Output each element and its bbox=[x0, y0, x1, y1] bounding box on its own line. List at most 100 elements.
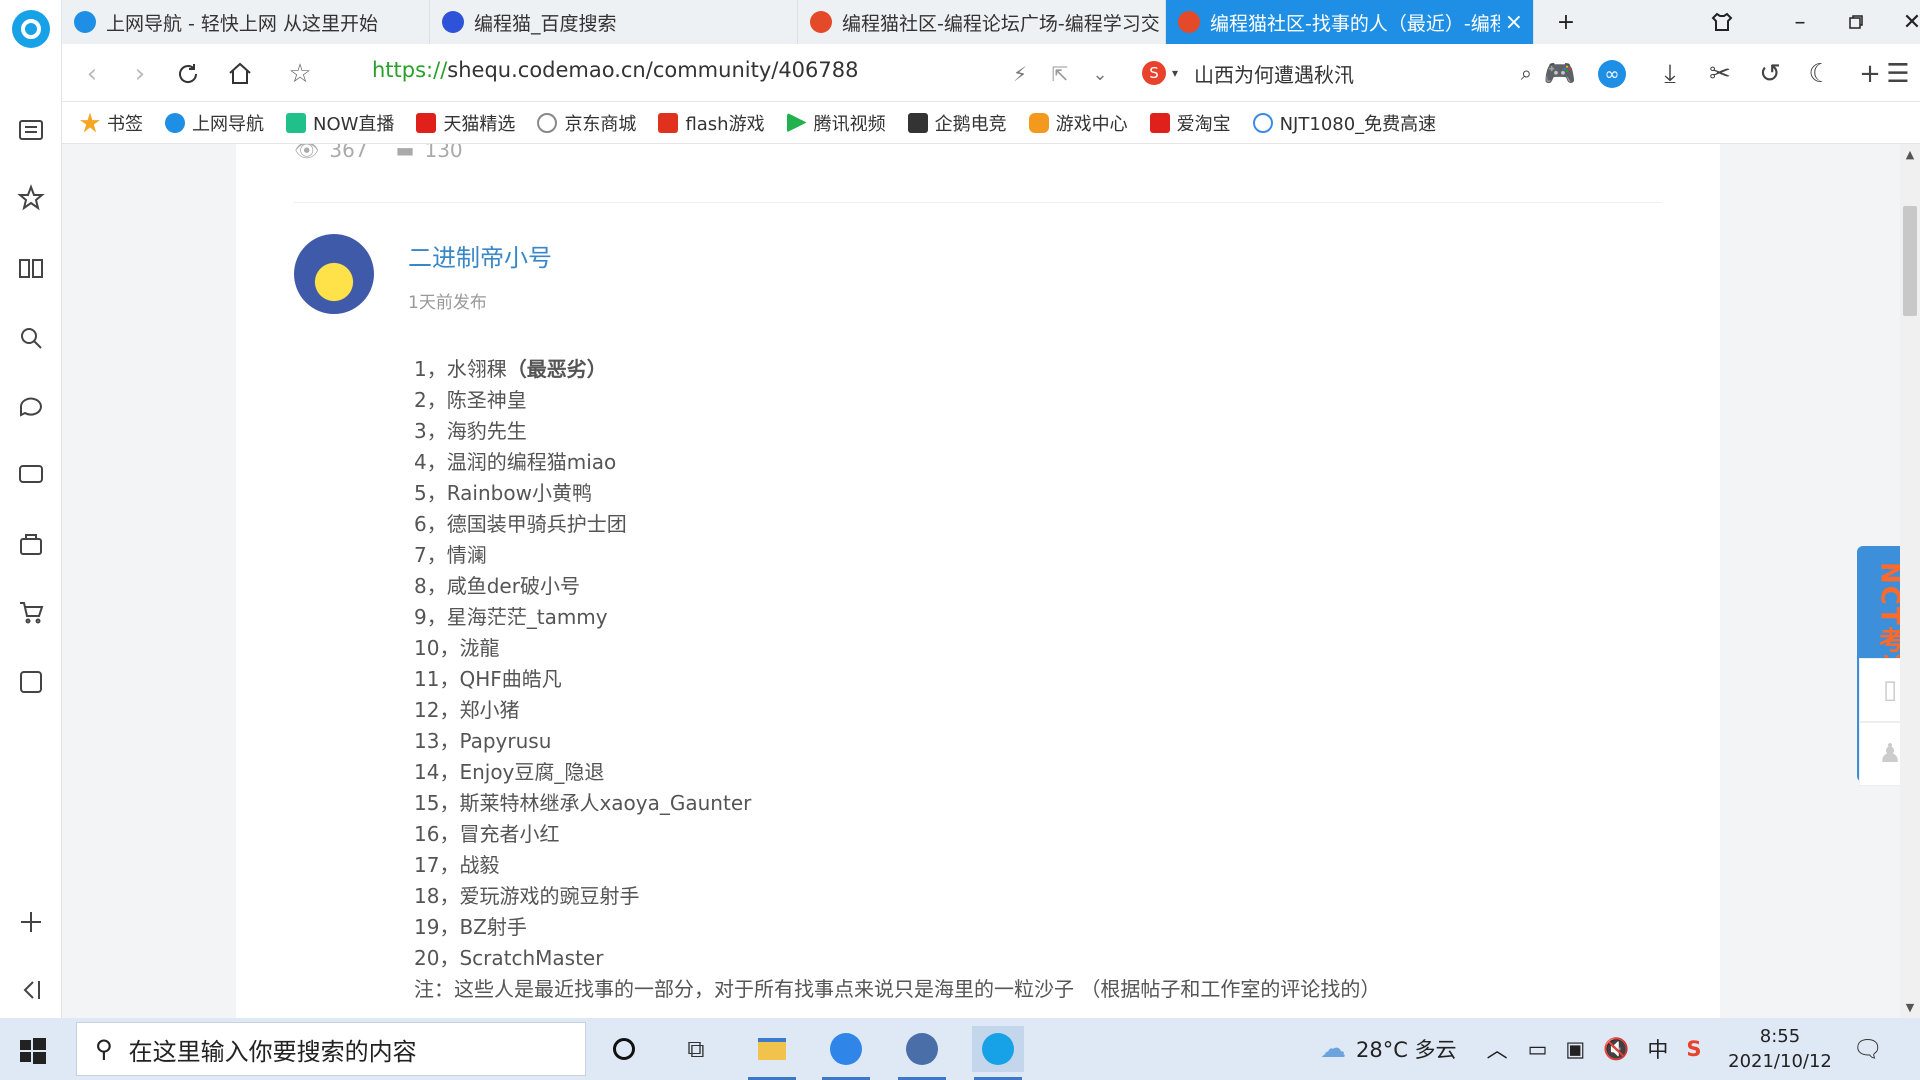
reading-book-icon[interactable] bbox=[13, 250, 49, 286]
list-item: 注：这些人是最近找事的一部分，对于所有找事点来说只是海里的一粒沙子 （根据帖子和… bbox=[414, 977, 1381, 1001]
sogou-search-icon[interactable]: S bbox=[1142, 61, 1166, 85]
bookmark-item[interactable]: flash游戏 bbox=[658, 110, 765, 136]
weather-text[interactable]: 28°C 多云 bbox=[1356, 1034, 1457, 1064]
search-icon[interactable] bbox=[13, 320, 49, 356]
infinity-icon[interactable]: ∞ bbox=[1594, 56, 1630, 92]
share-icon[interactable]: ⇱ bbox=[1042, 56, 1078, 92]
back-icon[interactable]: ‹ bbox=[74, 56, 110, 92]
page-viewport: 👁 367 ▬ 130 二进制帝小号 1天前发布 1，水翎稞（最恶劣） 2，陈圣神皇 3… bbox=[62, 144, 1900, 1018]
sogou-ime-icon[interactable]: S bbox=[1686, 1037, 1701, 1061]
list-item: 14，Enjoy豆腐_隐退 bbox=[414, 760, 605, 784]
scroll-thumb[interactable] bbox=[1903, 206, 1917, 316]
chevron-down-icon[interactable]: ⌄ bbox=[1082, 56, 1118, 92]
list-item: 15，斯莱特林继承人xaoya_Gaunter bbox=[414, 791, 752, 815]
tab-codemao-post[interactable]: 编程猫社区-找事的人（最近）-编程 × bbox=[1166, 0, 1534, 44]
file-explorer-icon[interactable] bbox=[746, 1026, 798, 1080]
night-mode-icon[interactable]: ☾ bbox=[1802, 56, 1838, 92]
windows-start-icon[interactable] bbox=[14, 1032, 50, 1068]
bookmark-item[interactable]: 游戏中心 bbox=[1028, 110, 1128, 136]
refresh-icon[interactable] bbox=[170, 56, 206, 92]
favorites-star-icon[interactable] bbox=[13, 180, 49, 216]
browser-logo-icon[interactable] bbox=[12, 10, 50, 48]
forward-icon[interactable]: › bbox=[122, 56, 158, 92]
star-icon bbox=[80, 112, 100, 133]
chat-icon[interactable] bbox=[13, 388, 49, 424]
speaker-muted-icon[interactable]: 🔇 bbox=[1603, 1037, 1629, 1062]
scroll-up-icon[interactable]: ▲ bbox=[1900, 148, 1920, 161]
close-window-icon[interactable]: ✕ bbox=[1892, 6, 1920, 38]
home-icon[interactable] bbox=[222, 56, 258, 92]
shirt-skin-icon[interactable] bbox=[1702, 6, 1742, 38]
bookmark-item[interactable]: 上网导航 bbox=[165, 110, 264, 136]
bookmark-item[interactable]: NJT1080_免费高速 bbox=[1252, 110, 1436, 136]
chevron-up-icon[interactable]: ︿ bbox=[1487, 1034, 1508, 1064]
qq-penguin-icon[interactable]: ♟ bbox=[1859, 722, 1900, 786]
taskbar-search-field[interactable]: ⚲ 在这里输入你要搜索的内容 bbox=[76, 1022, 586, 1076]
add-icon[interactable] bbox=[13, 904, 49, 940]
flash-icon[interactable]: ⚡ bbox=[1002, 56, 1038, 92]
page-scrollbar[interactable]: ▲ ▼ bbox=[1900, 144, 1920, 1018]
notifications-icon[interactable]: 🗨 bbox=[1842, 1026, 1894, 1072]
tab-title: 编程猫_百度搜索 bbox=[474, 12, 617, 35]
battery-icon[interactable]: ▭ bbox=[1528, 1037, 1548, 1061]
search-icon[interactable]: ⌕ bbox=[1521, 61, 1532, 85]
collapse-sidebar-icon[interactable] bbox=[13, 972, 49, 1008]
bookmark-star-icon[interactable]: ☆ bbox=[282, 56, 318, 92]
author-name[interactable]: 二进制帝小号 bbox=[408, 238, 552, 273]
bookmark-item[interactable]: 京东商城 bbox=[537, 110, 636, 136]
menu-icon[interactable]: ☰ bbox=[1880, 56, 1916, 92]
bookmark-item[interactable]: NOW直播 bbox=[286, 110, 394, 136]
list-item: 20，ScratchMaster bbox=[414, 946, 604, 970]
cloud-weather-icon[interactable]: ☁ bbox=[1320, 1034, 1346, 1064]
aitaobao-icon bbox=[1149, 112, 1170, 133]
live-icon[interactable] bbox=[13, 456, 49, 492]
clock-date: 2021/10/12 bbox=[1728, 1051, 1832, 1072]
url-field[interactable]: https://shequ.codemao.cn/community/40678… bbox=[372, 58, 858, 82]
ime-indicator[interactable]: 中 bbox=[1647, 1034, 1668, 1064]
list-item: 18，爱玩游戏的豌豆射手 bbox=[414, 884, 640, 908]
post-time: 1天前发布 bbox=[408, 293, 487, 313]
bookmark-item[interactable]: 爱淘宝 bbox=[1149, 110, 1231, 136]
network-icon[interactable]: ▣ bbox=[1565, 1037, 1585, 1061]
browser-taskbar-icon[interactable] bbox=[972, 1026, 1024, 1080]
undo-history-icon[interactable]: ↺ bbox=[1752, 56, 1788, 92]
task-view-icon[interactable]: ⧉ bbox=[670, 1026, 722, 1072]
bookmarks-bar: 书签 上网导航 NOW直播 天猫精选 京东商城 flash游戏 腾讯视频 企鹅电… bbox=[62, 102, 1920, 144]
ie-icon bbox=[74, 11, 96, 33]
bookmark-item[interactable]: 天猫精选 bbox=[416, 110, 515, 136]
news-icon[interactable] bbox=[13, 112, 49, 148]
tab-hao-nav[interactable]: 上网导航 - 轻快上网 从这里开始 bbox=[62, 0, 430, 44]
globe-icon bbox=[537, 112, 558, 133]
search-box[interactable]: S ▾ 山西为何遭遇秋汛 ⌕ bbox=[1142, 56, 1532, 90]
tab-codemao-forum[interactable]: 编程猫社区-编程论坛广场-编程学习交 bbox=[798, 0, 1166, 44]
list-item: 13，Papyrusu bbox=[414, 729, 552, 753]
qq-icon[interactable] bbox=[896, 1026, 948, 1080]
download-icon[interactable]: ⤓ bbox=[1652, 56, 1688, 92]
minimize-icon[interactable]: – bbox=[1780, 6, 1820, 38]
bookmark-item[interactable]: 腾讯视频 bbox=[786, 110, 886, 136]
screenshot-scissors-icon[interactable]: ✂ bbox=[1702, 56, 1738, 92]
clock[interactable]: 8:55 2021/10/12 bbox=[1720, 1024, 1840, 1074]
mobile-icon[interactable]: ▯ bbox=[1859, 658, 1900, 722]
translate-icon[interactable] bbox=[13, 664, 49, 700]
list-item: 19，BZ射手 bbox=[414, 915, 527, 939]
game-controller-icon[interactable]: 🎮 bbox=[1542, 56, 1578, 92]
list-item: 16，冒充者小红 bbox=[414, 822, 560, 846]
bookmark-item[interactable]: 企鹅电竞 bbox=[907, 110, 1007, 136]
scroll-down-icon[interactable]: ▼ bbox=[1900, 1001, 1920, 1014]
mailbox-icon[interactable] bbox=[13, 526, 49, 562]
list-item: 17，战毅 bbox=[414, 853, 500, 877]
shopping-cart-icon[interactable] bbox=[13, 594, 49, 630]
address-bar: ‹ › ☆ https://shequ.codemao.cn/community… bbox=[62, 44, 1920, 102]
search-engine-dropdown-icon[interactable]: ▾ bbox=[1172, 66, 1178, 80]
tab-baidu-search[interactable]: 编程猫_百度搜索 bbox=[430, 0, 798, 44]
bookmark-item[interactable]: 书签 bbox=[80, 110, 143, 136]
penguin-esports-icon bbox=[907, 112, 928, 133]
comment-icon: ▬ bbox=[395, 144, 415, 162]
close-tab-icon[interactable]: × bbox=[1505, 10, 1523, 35]
cortana-icon[interactable] bbox=[598, 1026, 650, 1072]
new-tab-icon[interactable]: + bbox=[1546, 6, 1586, 38]
avatar[interactable] bbox=[294, 234, 374, 314]
maximize-icon[interactable] bbox=[1836, 6, 1876, 38]
feishu-icon[interactable] bbox=[820, 1026, 872, 1080]
